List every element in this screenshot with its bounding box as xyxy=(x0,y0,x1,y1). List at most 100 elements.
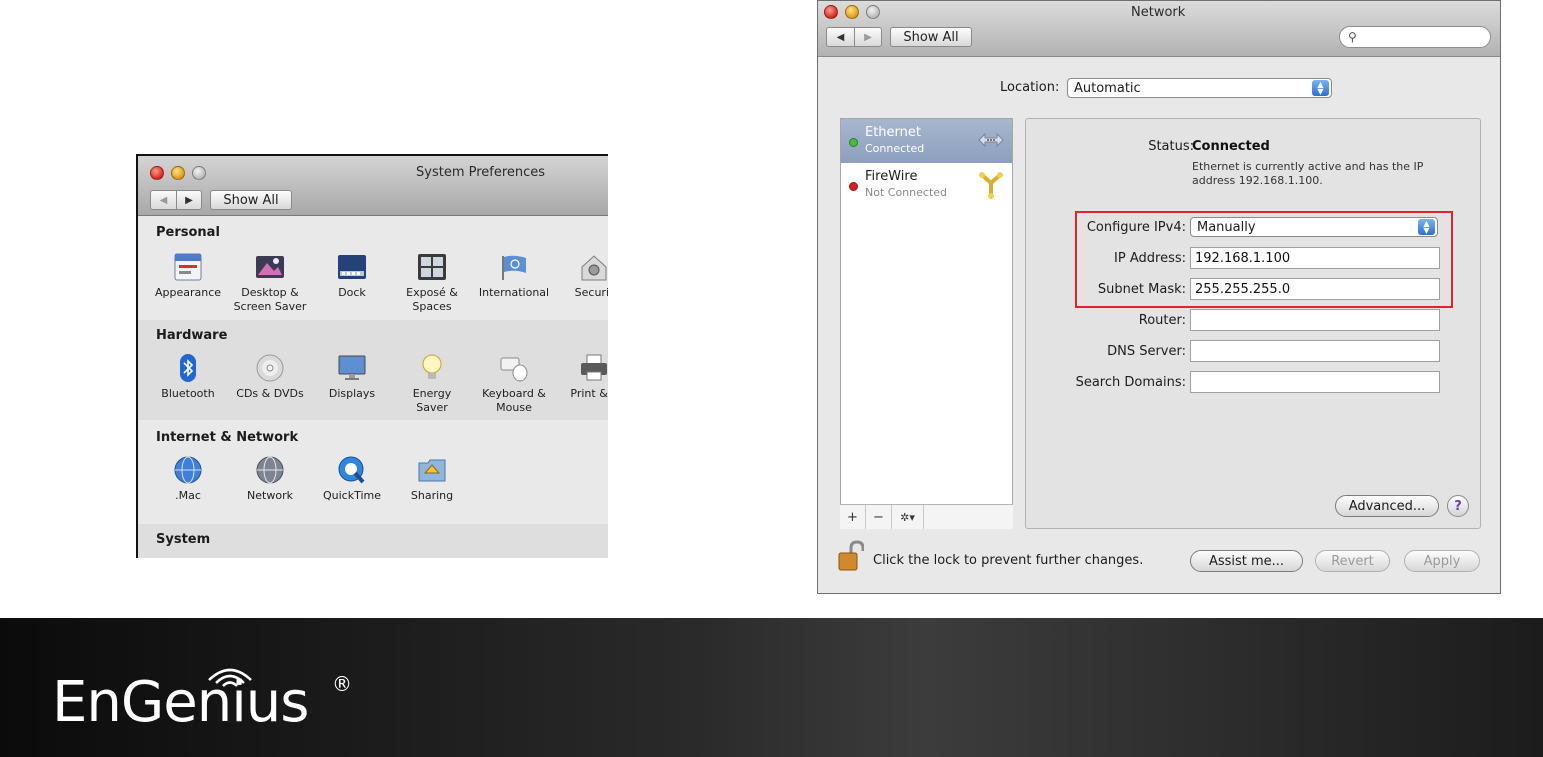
subnet-mask-field[interactable]: 255.255.255.0 xyxy=(1190,278,1440,300)
pref-label: Print & F xyxy=(570,387,608,400)
service-firewire[interactable]: FireWire Not Connected xyxy=(841,163,1012,207)
location-value: Automatic xyxy=(1074,80,1141,96)
assist-me-button[interactable]: Assist me... xyxy=(1190,550,1303,572)
pref-international[interactable]: International xyxy=(476,251,552,300)
pref-bluetooth[interactable]: Bluetooth xyxy=(150,352,226,401)
minimize-window-button[interactable] xyxy=(171,166,185,180)
gear-menu-icon[interactable]: ✲▾ xyxy=(892,505,924,529)
pref-label: CDs & DVDs xyxy=(236,387,304,400)
pref-label: Sharing xyxy=(410,489,454,502)
revert-button[interactable]: Revert xyxy=(1315,550,1390,572)
system-preferences-window: System Preferences ◀ ▶ Show All Personal… xyxy=(136,154,608,558)
forward-arrow-icon[interactable]: ▶ xyxy=(854,28,881,46)
security-house-icon xyxy=(581,255,607,281)
pref-label: Network xyxy=(247,489,293,502)
network-detail-pane: Status: Connected Ethernet is currently … xyxy=(1025,118,1481,529)
pref-security[interactable]: Securit xyxy=(556,251,608,300)
pref-cds-dvds[interactable]: CDs & DVDs xyxy=(232,352,308,401)
appearance-icon xyxy=(174,253,202,281)
status-value: Connected xyxy=(1192,139,1270,154)
pref-sharing[interactable]: Sharing xyxy=(394,454,470,503)
forward-arrow-icon[interactable]: ▶ xyxy=(176,191,201,209)
remove-service-button[interactable]: − xyxy=(866,505,892,529)
pref-keyboard-mouse[interactable]: Keyboard & Mouse xyxy=(476,352,552,415)
search-domains-label: Search Domains: xyxy=(1075,375,1186,390)
pref-print-fax[interactable]: Print & F xyxy=(556,352,608,401)
cd-dvd-icon xyxy=(256,354,284,382)
bluetooth-icon xyxy=(180,354,196,382)
network-window: Network ◀ ▶ Show All ⚲ Location: Automat… xyxy=(817,0,1501,594)
pref-energy-saver[interactable]: Energy Saver xyxy=(394,352,470,415)
dock-icon xyxy=(338,255,366,279)
registered-mark: ® xyxy=(332,672,352,696)
advanced-button[interactable]: Advanced... xyxy=(1335,495,1439,517)
service-ethernet[interactable]: Ethernet Connected xyxy=(841,119,1012,163)
section-internet-network: Internet & Network .Mac Network QuickTim… xyxy=(138,422,608,522)
status-dot-green-icon xyxy=(849,138,858,147)
pref-network[interactable]: Network xyxy=(232,454,308,503)
help-button[interactable]: ? xyxy=(1447,495,1469,517)
section-label-personal: Personal xyxy=(156,225,220,240)
network-show-all-button[interactable]: Show All xyxy=(890,27,972,47)
configure-ipv4-popup[interactable]: Manually ▲ ▼ xyxy=(1190,217,1438,237)
network-title: Network xyxy=(1131,5,1186,20)
service-name: FireWire xyxy=(865,169,918,184)
dns-server-field[interactable] xyxy=(1190,340,1440,362)
close-window-button[interactable] xyxy=(150,166,164,180)
international-flag-icon xyxy=(502,255,526,280)
sharing-folder-icon xyxy=(418,459,446,482)
network-globe-icon xyxy=(256,456,284,484)
location-label: Location: xyxy=(1000,80,1060,95)
footer-banner: EnGenius ® xyxy=(0,618,1543,757)
minimize-window-button[interactable] xyxy=(845,5,859,19)
sysprefs-titlebar: System Preferences ◀ ▶ Show All xyxy=(138,156,608,216)
status-dot-red-icon xyxy=(849,182,858,191)
pref-dotmac[interactable]: .Mac xyxy=(150,454,226,503)
network-search-field[interactable]: ⚲ xyxy=(1339,26,1491,48)
section-label-system: System xyxy=(156,532,211,547)
router-field[interactable] xyxy=(1190,309,1440,331)
network-nav-segment: ◀ ▶ xyxy=(826,27,882,47)
service-list-toolbar: + − ✲▾ xyxy=(840,504,1013,529)
section-label-internet-network: Internet & Network xyxy=(156,430,299,445)
location-popup[interactable]: Automatic ▲ ▼ xyxy=(1067,78,1332,98)
display-monitor-icon xyxy=(338,355,366,380)
section-label-hardware: Hardware xyxy=(156,328,228,343)
section-hardware: Hardware Bluetooth CDs & DVDs Displays E… xyxy=(138,320,608,420)
quicktime-icon xyxy=(338,456,365,484)
pref-label: Dock xyxy=(338,286,366,299)
zoom-window-button[interactable] xyxy=(866,5,880,19)
section-system: System xyxy=(138,524,608,558)
pref-expose-spaces[interactable]: Exposé & Spaces xyxy=(394,251,470,314)
pref-displays[interactable]: Displays xyxy=(314,352,390,401)
back-arrow-icon[interactable]: ◀ xyxy=(151,191,176,209)
search-icon: ⚲ xyxy=(1348,30,1357,44)
dotmac-globe-icon xyxy=(174,456,202,484)
add-service-button[interactable]: + xyxy=(840,505,866,529)
apply-button[interactable]: Apply xyxy=(1404,550,1480,572)
popup-stepper-icon: ▲ ▼ xyxy=(1312,80,1329,96)
popup-stepper-icon: ▲ ▼ xyxy=(1418,219,1435,235)
configure-ipv4-value: Manually xyxy=(1197,219,1256,235)
pref-dock[interactable]: Dock xyxy=(314,251,390,300)
service-status: Connected xyxy=(865,142,925,155)
configure-ipv4-label: Configure IPv4: xyxy=(1086,220,1186,235)
expose-spaces-icon xyxy=(418,254,446,280)
sysprefs-nav-segment: ◀ ▶ xyxy=(150,190,202,210)
pref-label: Energy Saver xyxy=(412,387,452,414)
sysprefs-show-all-button[interactable]: Show All xyxy=(210,190,292,210)
zoom-window-button[interactable] xyxy=(192,166,206,180)
lightbulb-icon xyxy=(422,354,442,379)
close-window-button[interactable] xyxy=(824,5,838,19)
pref-appearance[interactable]: Appearance xyxy=(150,251,226,300)
back-arrow-icon[interactable]: ◀ xyxy=(827,28,854,46)
ip-address-field[interactable]: 192.168.1.100 xyxy=(1190,247,1440,269)
pref-desktop-screen-saver[interactable]: Desktop & Screen Saver xyxy=(232,251,308,314)
service-list: Ethernet Connected FireWire Not Connecte… xyxy=(840,118,1013,529)
pref-label: Bluetooth xyxy=(161,387,215,400)
pref-quicktime[interactable]: QuickTime xyxy=(314,454,390,503)
search-domains-field[interactable] xyxy=(1190,371,1440,393)
pref-label: QuickTime xyxy=(322,489,382,502)
lock-open-icon[interactable] xyxy=(838,540,864,572)
pref-label: Displays xyxy=(328,387,376,400)
